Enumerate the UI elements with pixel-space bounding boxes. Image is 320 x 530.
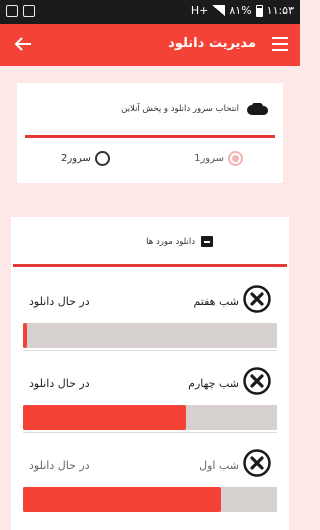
divider xyxy=(13,264,287,267)
cancel-download-icon[interactable] xyxy=(243,449,271,477)
cancel-download-icon[interactable] xyxy=(243,285,271,313)
signal-icon xyxy=(212,5,226,16)
server1-label: سرور1 xyxy=(194,153,224,164)
progress-fill xyxy=(23,323,27,348)
progress-track xyxy=(23,405,277,430)
download-name: شب هفتم xyxy=(193,295,239,308)
server2-option[interactable]: سرور2 xyxy=(61,151,110,166)
progress-fill xyxy=(23,405,186,430)
server-select-header: انتخاب سرور دانلود و پخش آنلاین xyxy=(121,103,269,115)
download-status: در حال دانلود xyxy=(29,295,90,308)
download-item: شب هفتم در حال دانلود xyxy=(11,269,289,351)
status-bar: H+ ۸۱% ۱۱:۵۳ xyxy=(0,0,300,24)
divider xyxy=(25,135,275,138)
download-name: شب اول xyxy=(199,459,239,472)
download-name: شب چهارم xyxy=(188,377,239,390)
notification-icons xyxy=(6,5,35,17)
download-item: شب اول در حال دانلود xyxy=(11,433,289,515)
download-status: در حال دانلود xyxy=(29,377,90,390)
status-indicators: H+ ۸۱% ۱۱:۵۳ xyxy=(191,4,294,17)
network-type: H+ xyxy=(190,4,209,17)
clock: ۱۱:۵۳ xyxy=(266,4,294,17)
server-select-card: انتخاب سرور دانلود و پخش آنلاین سرور1 سر… xyxy=(17,83,283,183)
server2-label: سرور2 xyxy=(61,153,91,164)
app-bar: مدیریت دانلود xyxy=(0,24,300,66)
hamburger-menu-icon[interactable] xyxy=(272,37,288,51)
page-title: مدیریت دانلود xyxy=(168,36,256,51)
download-status: در حال دانلود xyxy=(29,459,90,472)
server1-option[interactable]: سرور1 xyxy=(194,151,243,166)
cancel-download-icon[interactable] xyxy=(243,367,271,395)
progress-fill xyxy=(23,487,222,512)
notification-icon xyxy=(23,5,35,17)
progress-track xyxy=(23,323,277,348)
arrow-left-icon[interactable] xyxy=(10,31,36,57)
downloads-label: دانلود مورد ها xyxy=(146,236,195,247)
battery-icon xyxy=(255,4,263,17)
downloads-card: دانلود مورد ها شب هفتم در حال دانلود شب … xyxy=(11,217,289,530)
radio-selected-icon[interactable] xyxy=(228,151,243,166)
downloads-header: دانلود مورد ها xyxy=(146,236,213,247)
battery-percent: ۸۱% xyxy=(229,4,252,17)
cloud-icon xyxy=(247,103,269,115)
radio-unselected-icon[interactable] xyxy=(94,151,110,166)
notification-icon xyxy=(6,5,18,17)
server-select-label: انتخاب سرور دانلود و پخش آنلاین xyxy=(121,104,239,114)
archive-icon xyxy=(201,236,213,247)
download-item: شب چهارم در حال دانلود xyxy=(11,351,289,433)
progress-track xyxy=(23,487,277,512)
